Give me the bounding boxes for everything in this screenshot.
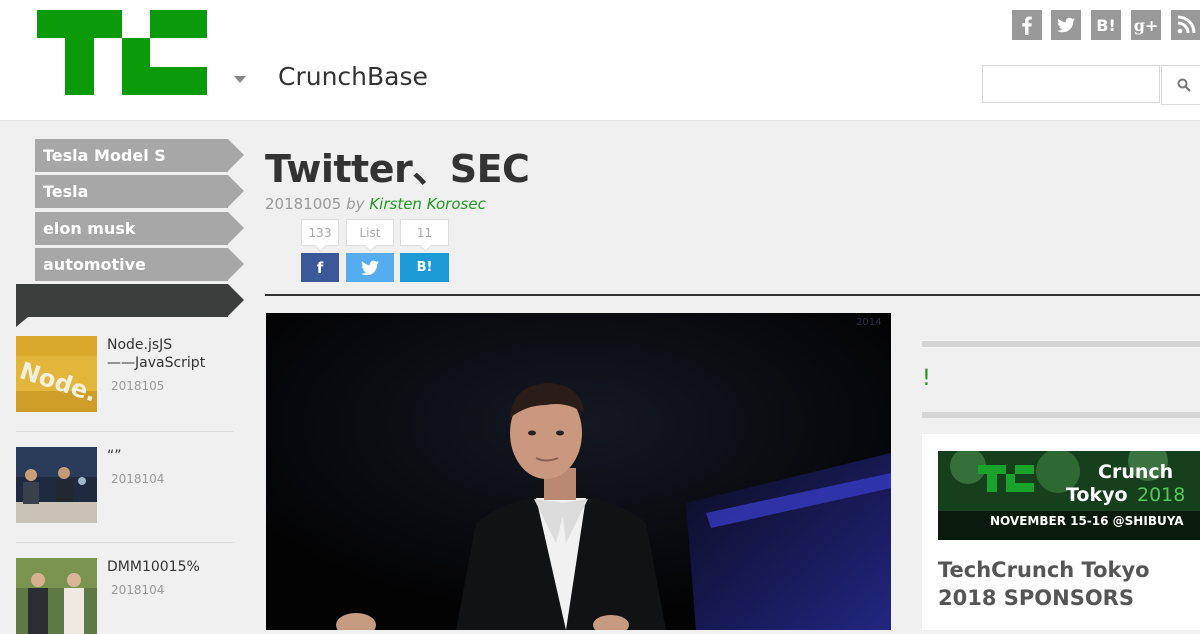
hatena-bookmark-icon: B! bbox=[416, 260, 433, 275]
banner-line2: Tokyo bbox=[1066, 484, 1128, 506]
related-title[interactable]: DMM10015% bbox=[107, 558, 200, 577]
crunchbase-link[interactable]: CrunchBase bbox=[278, 62, 428, 91]
sidebar-heading: ! bbox=[922, 366, 931, 391]
banner-line1: Crunch bbox=[1098, 461, 1174, 483]
related-date: 2018104 bbox=[111, 583, 165, 597]
article-hero-image: 2014 bbox=[266, 313, 891, 630]
author-link[interactable]: Kirsten Korosec bbox=[369, 195, 485, 213]
facebook-icon[interactable] bbox=[1012, 10, 1042, 40]
techcrunch-tokyo-banner[interactable]: Crunch Tokyo 2018 NOVEMBER 15-16 @SHIBUY… bbox=[938, 451, 1200, 540]
facebook-share-count: 133 bbox=[301, 219, 339, 246]
related-section-header bbox=[16, 284, 244, 317]
banner-event-date: NOVEMBER 15-16 @SHIBUYA bbox=[990, 514, 1184, 528]
hatena-share-count: 11 bbox=[400, 219, 449, 246]
chevron-down-icon[interactable] bbox=[234, 76, 246, 83]
list-item[interactable]: DMM10015% 2018104 bbox=[16, 558, 234, 634]
list-item[interactable]: “” 2018104 bbox=[16, 447, 234, 523]
divider bbox=[16, 542, 234, 543]
hatena-bookmark-icon[interactable]: B! bbox=[1091, 10, 1121, 40]
article-divider bbox=[265, 294, 1200, 296]
byline-label: by bbox=[346, 195, 365, 213]
related-thumbnail[interactable] bbox=[16, 447, 97, 523]
article-title: Twitter、SEC bbox=[265, 147, 530, 191]
related-thumbnail[interactable]: Node. bbox=[16, 336, 97, 412]
divider bbox=[922, 341, 1200, 347]
ribbon-fold bbox=[16, 317, 28, 327]
banner-year: 2018 bbox=[1137, 484, 1186, 506]
article-meta: 20181005 by Kirsten Korosec bbox=[265, 195, 486, 213]
twitter-share-button[interactable] bbox=[346, 253, 394, 282]
related-title[interactable]: Node.jsJS bbox=[107, 336, 172, 355]
sponsors-heading[interactable]: TechCrunch Tokyo 2018 SPONSORS bbox=[938, 556, 1188, 612]
article-date: 20181005 bbox=[265, 195, 342, 213]
google-plus-icon[interactable]: g+ bbox=[1131, 10, 1161, 40]
divider bbox=[922, 412, 1200, 418]
twitter-share-count: List bbox=[346, 219, 394, 246]
search-input[interactable] bbox=[982, 65, 1160, 103]
tag-tesla-model-s[interactable]: Tesla Model S bbox=[35, 139, 244, 172]
techcrunch-logo[interactable] bbox=[37, 10, 207, 95]
twitter-icon[interactable] bbox=[1051, 10, 1081, 40]
divider bbox=[16, 431, 234, 432]
hatena-share-button[interactable]: B! bbox=[400, 253, 449, 282]
related-date: 2018105 bbox=[111, 379, 165, 393]
related-title[interactable]: “” bbox=[107, 447, 122, 466]
search-icon bbox=[1177, 78, 1191, 92]
related-thumbnail[interactable] bbox=[16, 558, 97, 634]
tag-elon-musk[interactable]: elon musk bbox=[35, 212, 244, 245]
svg-text:2014: 2014 bbox=[856, 317, 881, 328]
facebook-icon: f bbox=[316, 258, 324, 277]
related-date: 2018104 bbox=[111, 472, 165, 486]
twitter-icon bbox=[361, 260, 379, 275]
facebook-share-button[interactable]: f bbox=[301, 253, 339, 282]
list-item[interactable]: Node. Node.jsJS ——JavaScript 2018105 bbox=[16, 336, 234, 413]
rss-icon[interactable] bbox=[1171, 10, 1200, 40]
related-title-line2[interactable]: ——JavaScript bbox=[107, 354, 205, 373]
tag-automotive[interactable]: automotive bbox=[35, 248, 244, 281]
site-header: CrunchBase B! g+ bbox=[0, 0, 1200, 121]
tag-tesla[interactable]: Tesla bbox=[35, 175, 244, 208]
search-button[interactable] bbox=[1161, 65, 1200, 105]
